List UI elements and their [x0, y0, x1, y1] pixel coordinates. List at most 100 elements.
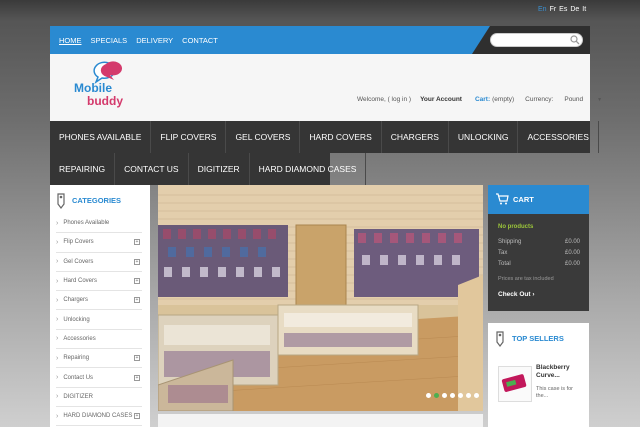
category-item[interactable]: › Phones Available	[56, 214, 142, 234]
welcome-login-link[interactable]: Welcome, ( log in )	[357, 96, 411, 103]
lang-fr[interactable]: Fr	[550, 6, 557, 13]
category-label: HARD DIAMOND CASES	[63, 413, 133, 420]
chevron-right-icon: ›	[56, 412, 59, 420]
lang-de[interactable]: De	[570, 6, 579, 13]
main-nav-gel-covers[interactable]: GEL COVERS	[226, 121, 301, 153]
main-nav-unlocking[interactable]: UNLOCKING	[449, 121, 519, 153]
cart-line-label: Shipping	[498, 239, 522, 245]
slider-dot[interactable]	[450, 393, 455, 398]
slider-dot[interactable]	[466, 393, 471, 398]
main-nav-contact-us[interactable]: CONTACT US	[115, 153, 189, 185]
slider-dot-active[interactable]	[434, 393, 439, 398]
lang-en[interactable]: En	[538, 6, 547, 13]
expand-icon[interactable]: +	[134, 355, 140, 362]
category-item[interactable]: › Gel Covers +	[56, 253, 142, 272]
category-label: Hard Covers	[63, 278, 98, 285]
chevron-right-icon: ›	[56, 316, 59, 324]
tag-icon	[496, 331, 504, 347]
user-bar: Welcome, ( log in ) Your Account Cart: (…	[357, 96, 602, 103]
cart-icon	[496, 193, 509, 205]
your-account-link[interactable]: Your Account	[420, 96, 462, 103]
expand-icon[interactable]: +	[134, 278, 140, 285]
main-nav-phones-available[interactable]: PHONES AVAILABLE	[50, 121, 152, 153]
top-nav-contact[interactable]: CONTACT	[182, 36, 218, 45]
expand-icon[interactable]: +	[134, 413, 140, 420]
cart-shipping-row: Shipping £0.00	[498, 239, 580, 245]
chevron-right-icon: ›	[56, 354, 59, 362]
category-item[interactable]: › Repairing +	[56, 349, 142, 369]
categories-list: › Phones Available › Flip Covers + › Gel Cov…	[56, 214, 142, 427]
category-label: Phones Available	[63, 220, 110, 227]
cart-line-label: Total	[498, 261, 511, 267]
search-input[interactable]	[497, 39, 573, 52]
chevron-right-icon: ›	[56, 238, 59, 246]
main-nav-accessories[interactable]: ACCESSORIES	[518, 121, 599, 153]
chevron-right-icon: ›	[56, 258, 59, 266]
currency-select[interactable]: Pound	[564, 96, 583, 103]
category-item[interactable]: › Chargers +	[56, 291, 142, 311]
language-selector: En Fr Es De It	[538, 6, 586, 13]
main-nav-digitizer[interactable]: DIGITIZER	[189, 153, 250, 185]
expand-icon[interactable]: +	[134, 297, 140, 304]
checkout-button[interactable]: Check Out ›	[498, 291, 535, 298]
chevron-right-icon: ›	[56, 393, 59, 401]
top-sellers-title[interactable]: TOP SELLERS	[512, 334, 564, 343]
category-label: Chargers	[63, 297, 89, 304]
expand-icon[interactable]: +	[134, 239, 140, 246]
header-cart-value: (empty)	[492, 96, 515, 103]
slider-dot[interactable]	[426, 393, 431, 398]
chevron-right-icon: ›	[532, 291, 535, 298]
main-nav-hard-covers[interactable]: HARD COVERS	[300, 121, 382, 153]
currency-label: Currency:	[525, 96, 554, 103]
expand-icon[interactable]: +	[134, 374, 140, 381]
chevron-right-icon: ›	[56, 219, 59, 227]
main-nav-row-1: PHONES AVAILABLE FLIP COVERS GEL COVERS …	[50, 121, 599, 153]
category-item[interactable]: › HARD DIAMOND CASES +	[56, 407, 142, 427]
chevron-down-icon[interactable]: ▼	[597, 97, 602, 103]
header-cart-link[interactable]: Cart:	[475, 96, 490, 103]
top-seller-product-desc: This case is for the...	[536, 386, 573, 399]
main-nav-hard-diamond-cases[interactable]: HARD DIAMOND CASES	[250, 153, 367, 185]
logo-text-mobile: Mobile	[74, 81, 112, 95]
categories-header: CATEGORIES	[54, 190, 121, 210]
top-seller-product-name[interactable]: Blackberry Curve...	[536, 364, 586, 380]
category-item[interactable]: › Hard Covers +	[56, 272, 142, 292]
chevron-right-icon: ›	[56, 374, 59, 382]
category-item[interactable]: › Flip Covers +	[56, 233, 142, 253]
chevron-right-icon: ›	[56, 277, 59, 285]
top-nav-delivery[interactable]: DELIVERY	[136, 36, 173, 45]
category-label: Gel Covers	[63, 258, 94, 265]
slider-dot[interactable]	[474, 393, 479, 398]
category-label: Unlocking	[63, 316, 90, 323]
slider-image[interactable]	[158, 185, 483, 411]
cart-tax-row: Tax £0.00	[498, 250, 580, 256]
category-label: Accessories	[63, 335, 96, 342]
top-nav: HOME SPECIALS DELIVERY CONTACT	[59, 26, 218, 54]
category-item[interactable]: › Accessories	[56, 330, 142, 350]
category-item[interactable]: › Contact Us +	[56, 368, 142, 388]
main-nav-repairing[interactable]: REPAIRING	[50, 153, 116, 185]
expand-icon[interactable]: +	[134, 258, 140, 265]
lang-es[interactable]: Es	[559, 6, 567, 13]
content-below-slider	[158, 414, 483, 427]
lang-it[interactable]: It	[582, 6, 586, 13]
category-item[interactable]: › DIGITIZER	[56, 388, 142, 407]
slider-dot[interactable]	[458, 393, 463, 398]
top-nav-home[interactable]: HOME	[59, 36, 82, 45]
main-nav-flip-covers[interactable]: FLIP COVERS	[151, 121, 227, 153]
cart-tax-note: Prices are tax included	[498, 276, 554, 282]
top-nav-specials[interactable]: SPECIALS	[91, 36, 128, 45]
slider-dot[interactable]	[442, 393, 447, 398]
checkout-label: Check Out	[498, 291, 531, 298]
cart-line-value: £0.00	[564, 261, 580, 267]
search-icon[interactable]	[570, 35, 580, 45]
category-item[interactable]: › Unlocking	[56, 310, 142, 330]
category-label: Contact Us	[63, 374, 94, 381]
main-nav-chargers[interactable]: CHARGERS	[382, 121, 449, 153]
cart-line-label: Tax	[498, 250, 508, 256]
product-thumbnail[interactable]	[498, 366, 532, 402]
cart-line-value: £0.00	[564, 239, 580, 245]
cart-total-row: Total £0.00	[498, 261, 580, 267]
tag-icon	[57, 193, 65, 209]
cart-block-title[interactable]: CART	[513, 195, 534, 204]
